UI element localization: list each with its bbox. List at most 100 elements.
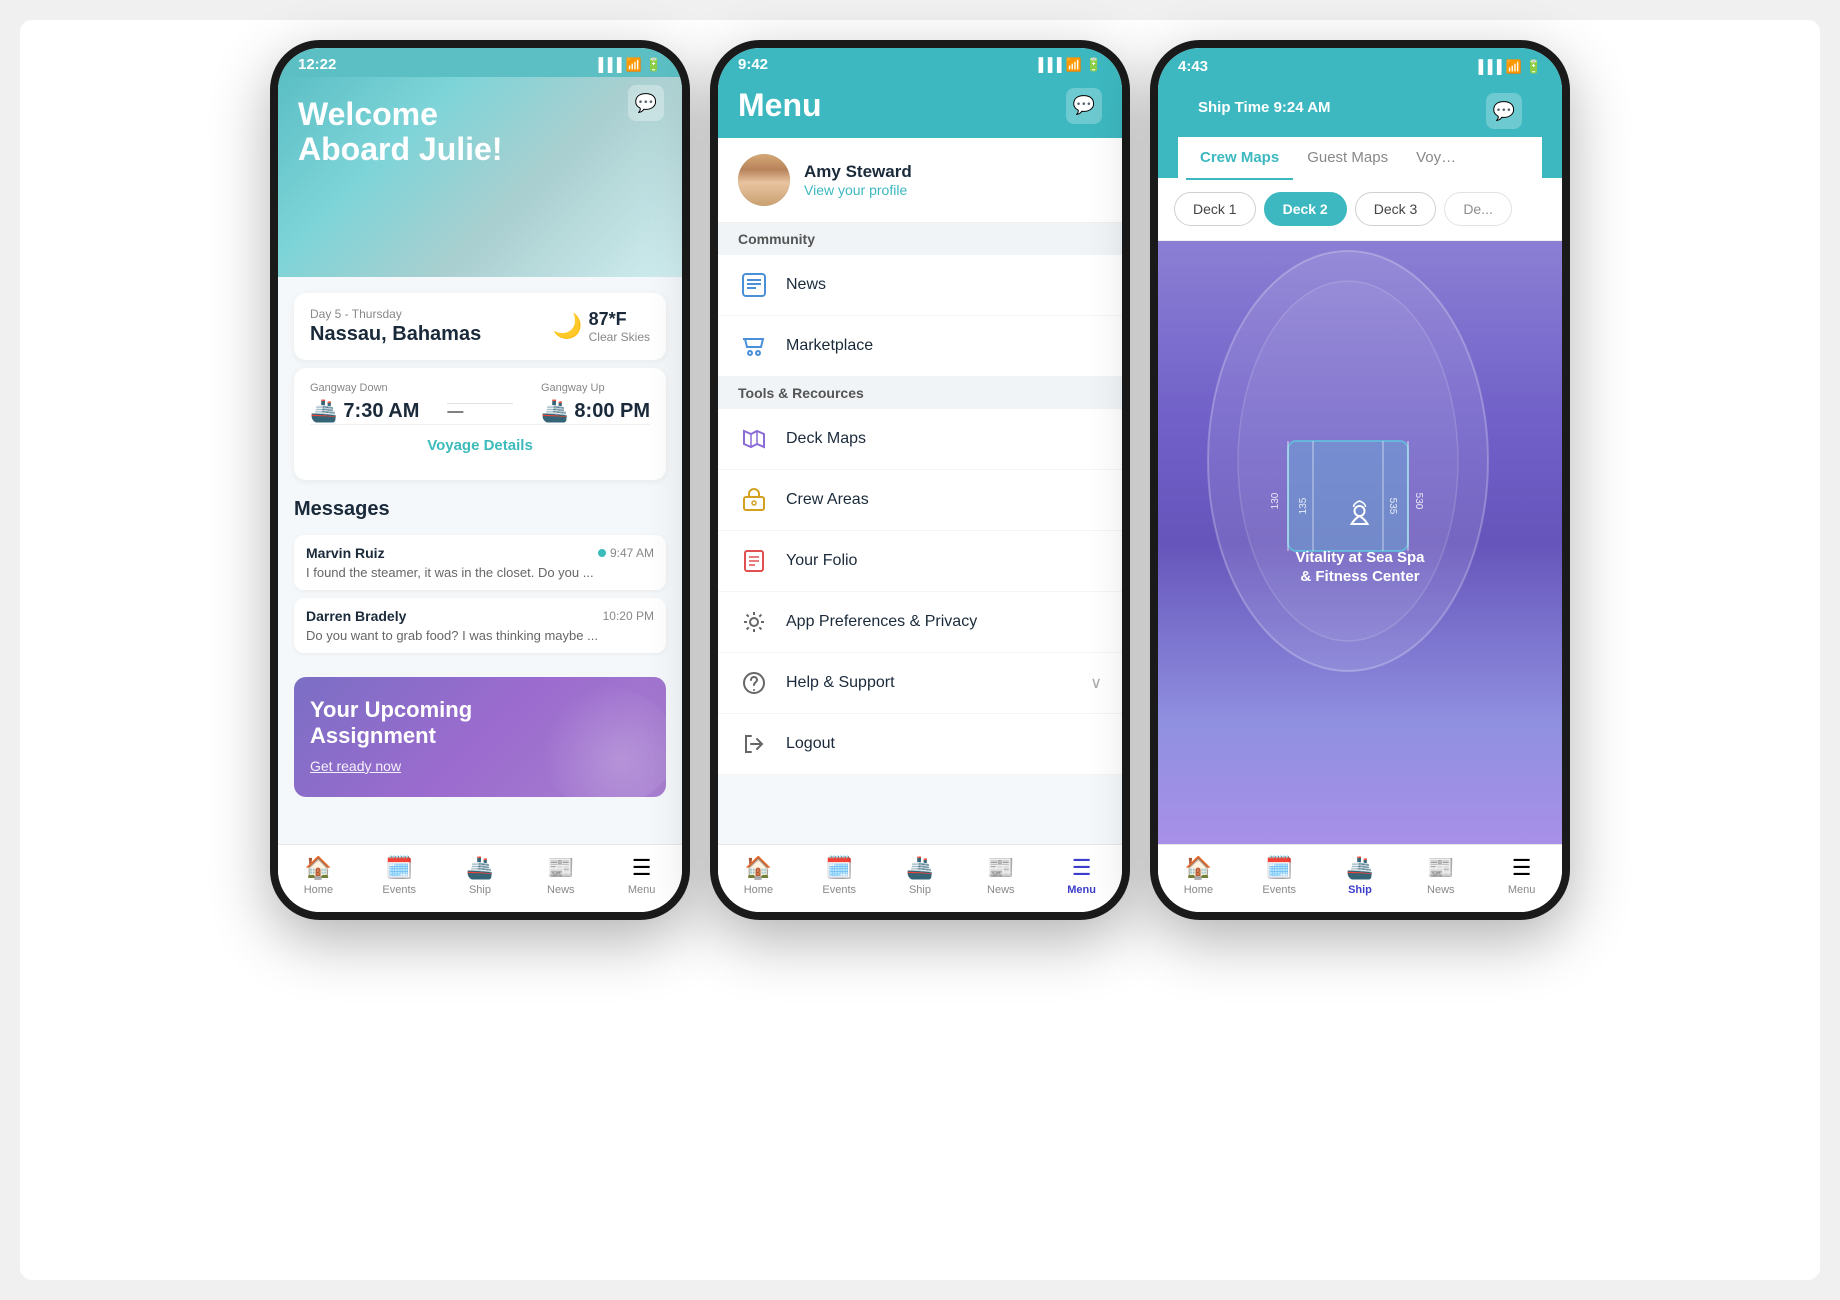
deck-selector: Deck 1 Deck 2 Deck 3 De... [1158, 178, 1562, 241]
nav-ship-3[interactable]: 🚢 Ship [1320, 851, 1401, 900]
msg-header-2: Darren Bradely 10:20 PM [306, 608, 654, 624]
nav-events-label-3: Events [1262, 884, 1296, 896]
nav-events-3[interactable]: 🗓️ Events [1239, 851, 1320, 900]
wifi-icon: 📶 [626, 57, 642, 73]
nav-home-3[interactable]: 🏠 Home [1158, 851, 1239, 900]
logout-icon [738, 728, 770, 760]
chat-button-2[interactable]: 💬 [1066, 88, 1102, 124]
ship-icon-3: 🚢 [1346, 855, 1373, 881]
msg-time-1: 9:47 AM [610, 546, 654, 560]
chat-icon-1: 💬 [635, 93, 657, 114]
menu-your-folio[interactable]: Your Folio [718, 531, 1122, 592]
battery-icon-2: 🔋 [1086, 57, 1102, 73]
messages-section: Messages Marvin Ruiz 9:47 AM I found the… [278, 488, 682, 669]
message-item-2[interactable]: Darren Bradely 10:20 PM Do you want to g… [294, 598, 666, 653]
bottom-nav-3: 🏠 Home 🗓️ Events 🚢 Ship 📰 News ☰ Menu [1158, 844, 1562, 912]
nav-home-label-2: Home [744, 884, 773, 896]
tab-guest-maps[interactable]: Guest Maps [1293, 137, 1402, 178]
marketplace-icon [738, 330, 770, 362]
menu-title: Menu [738, 87, 822, 124]
nav-menu-1[interactable]: ☰ Menu [601, 851, 682, 900]
weather-info: 87*F Clear Skies [589, 309, 650, 344]
news-menu-icon [738, 269, 770, 301]
nav-menu-2[interactable]: ☰ Menu [1041, 851, 1122, 900]
day-location: Nassau, Bahamas [310, 323, 481, 346]
nav-ship-label-2: Ship [909, 884, 931, 896]
nav-menu-3[interactable]: ☰ Menu [1481, 851, 1562, 900]
chat-button-3[interactable]: 💬 [1486, 93, 1522, 129]
msg-time-2: 10:20 PM [603, 609, 654, 623]
signal-icon: ▐▐▐ [594, 57, 622, 72]
menu-crew-areas[interactable]: Crew Areas [718, 470, 1122, 531]
wifi-icon-2: 📶 [1066, 57, 1082, 73]
tab-crew-maps[interactable]: Crew Maps [1186, 137, 1293, 180]
chat-icon-3: 💬 [1493, 101, 1515, 122]
help-chevron: ∨ [1090, 673, 1102, 693]
day-info: Day 5 - Thursday Nassau, Bahamas [310, 307, 481, 346]
gangway-down: Gangway Down 🚢 7:30 AM [310, 382, 419, 424]
nav-news-2[interactable]: 📰 News [960, 851, 1041, 900]
nav-home-label-1: Home [304, 884, 333, 896]
signal-icon-2: ▐▐▐ [1034, 57, 1062, 72]
voyage-link[interactable]: Voyage Details [310, 424, 650, 466]
home-icon-2: 🏠 [745, 855, 772, 881]
nav-ship-label-1: Ship [469, 884, 491, 896]
battery-icon: 🔋 [646, 57, 662, 73]
home-icon-1: 🏠 [305, 855, 332, 881]
room-130: 130 [1270, 492, 1281, 509]
bottom-nav-1: 🏠 Home 🗓️ Events 🚢 Ship 📰 News ☰ Menu [278, 844, 682, 912]
msg-name-2: Darren Bradely [306, 608, 406, 624]
menu-marketplace[interactable]: Marketplace [718, 316, 1122, 377]
avatar [738, 154, 790, 206]
gangway-up-time-row: 🚢 8:00 PM [541, 398, 650, 424]
menu-news[interactable]: News [718, 255, 1122, 316]
nav-home-1[interactable]: 🏠 Home [278, 851, 359, 900]
status-bar-3: 4:43 ▐▐▐ 📶 🔋 [1158, 48, 1562, 79]
nav-ship-2[interactable]: 🚢 Ship [880, 851, 961, 900]
welcome-text: WelcomeAboard Julie! [298, 89, 662, 167]
status-bar-2: 9:42 ▐▐▐ 📶 🔋 [718, 48, 1122, 77]
menu-deck-maps[interactable]: Deck Maps [718, 409, 1122, 470]
battery-icon-3: 🔋 [1526, 59, 1542, 75]
chat-button-1[interactable]: 💬 [628, 85, 664, 121]
profile-row[interactable]: Amy Steward View your profile [718, 138, 1122, 223]
ship-icon-1: 🚢 [466, 855, 493, 881]
tab-voyage[interactable]: Voyage [1402, 137, 1472, 178]
phone-3-maps: 4:43 ▐▐▐ 📶 🔋 Ship Time 9:24 AM 💬 Crew Ma… [1150, 40, 1570, 920]
crew-areas-label: Crew Areas [786, 491, 1102, 509]
status-bar-1: 12:22 ▐▐▐ 📶 🔋 [278, 48, 682, 77]
ship-icon-2: 🚢 [906, 855, 933, 881]
nav-news-label-3: News [1427, 884, 1455, 896]
nav-menu-label-2: Menu [1067, 884, 1096, 896]
gangway-up-icon: 🚢 [541, 398, 568, 424]
phone-1-welcome: 12:22 ▐▐▐ 📶 🔋 WelcomeAboard Julie! 💬 Day… [270, 40, 690, 920]
news-icon-1: 📰 [547, 855, 574, 881]
ship-time: Ship Time 9:24 AM [1198, 99, 1331, 116]
deck-more-btn[interactable]: De... [1444, 192, 1512, 226]
nav-news-1[interactable]: 📰 News [520, 851, 601, 900]
gangway-down-time-row: 🚢 7:30 AM [310, 398, 419, 424]
nav-ship-1[interactable]: 🚢 Ship [440, 851, 521, 900]
profile-link[interactable]: View your profile [804, 182, 912, 198]
nav-home-2[interactable]: 🏠 Home [718, 851, 799, 900]
menu-logout[interactable]: Logout [718, 714, 1122, 775]
nav-events-2[interactable]: 🗓️ Events [799, 851, 880, 900]
weather-icon: 🌙 [553, 312, 583, 341]
deck-maps-icon [738, 423, 770, 455]
deck-3-btn[interactable]: Deck 3 [1355, 192, 1437, 226]
nav-events-label-1: Events [382, 884, 416, 896]
menu-preferences[interactable]: App Preferences & Privacy [718, 592, 1122, 653]
bottom-nav-2: 🏠 Home 🗓️ Events 🚢 Ship 📰 News ☰ Menu [718, 844, 1122, 912]
nav-events-1[interactable]: 🗓️ Events [359, 851, 440, 900]
msg-header-1: Marvin Ruiz 9:47 AM [306, 545, 654, 561]
deck-2-btn[interactable]: Deck 2 [1264, 192, 1347, 226]
phone-2-menu: 9:42 ▐▐▐ 📶 🔋 Menu 💬 Amy Steward View you… [710, 40, 1130, 920]
nav-news-3[interactable]: 📰 News [1400, 851, 1481, 900]
menu-help[interactable]: Help & Support ∨ [718, 653, 1122, 714]
deck-1-btn[interactable]: Deck 1 [1174, 192, 1256, 226]
folio-icon [738, 545, 770, 577]
message-item-1[interactable]: Marvin Ruiz 9:47 AM I found the steamer,… [294, 535, 666, 590]
folio-label: Your Folio [786, 552, 1102, 570]
unread-dot-1 [598, 549, 606, 557]
nav-menu-label-3: Menu [1508, 884, 1536, 896]
